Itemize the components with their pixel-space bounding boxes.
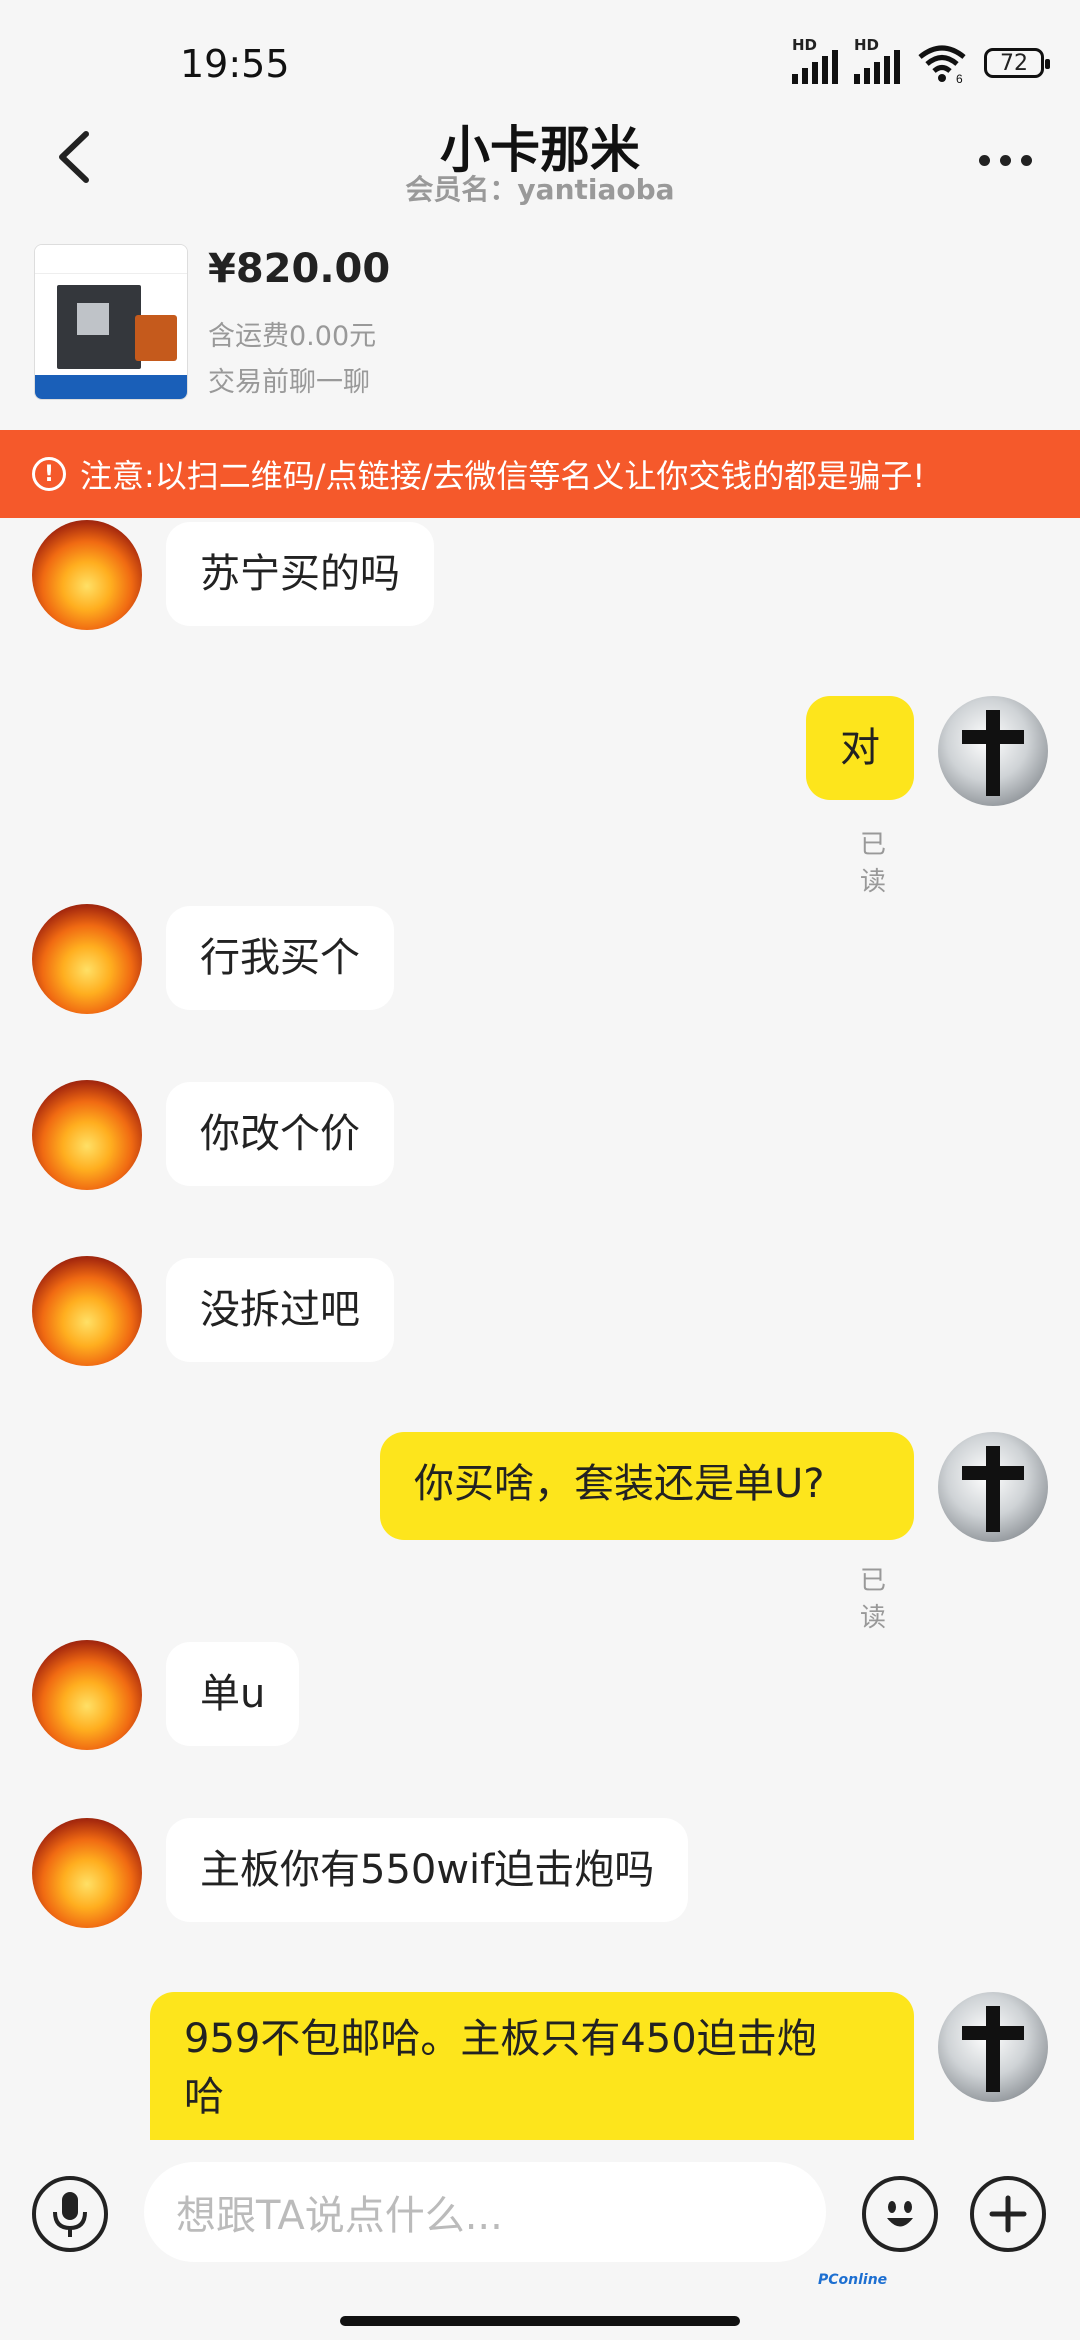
watermark-logo: PConline bbox=[818, 2272, 888, 2288]
signal-icon-2: HD bbox=[854, 36, 900, 84]
read-status: 已读 bbox=[860, 830, 887, 897]
trade-hint: 交易前聊一聊 bbox=[208, 367, 370, 398]
avatar[interactable] bbox=[32, 1256, 142, 1366]
avatar[interactable] bbox=[32, 520, 142, 630]
message-bubble[interactable]: 没拆过吧 bbox=[166, 1258, 394, 1362]
exclamation-circle-icon: ! bbox=[32, 457, 66, 491]
status-time: 19:55 bbox=[180, 42, 290, 86]
plus-icon[interactable] bbox=[970, 2176, 1046, 2252]
chat-header: 小卡那米 会员名：yantiaoba bbox=[0, 110, 1080, 230]
read-status: 已读 bbox=[860, 1566, 887, 1633]
message-bubble[interactable]: 行我买个 bbox=[166, 906, 394, 1010]
battery-icon: 72 bbox=[984, 48, 1050, 78]
home-indicator[interactable] bbox=[340, 2316, 740, 2326]
message-bubble[interactable]: 苏宁买的吗 bbox=[166, 522, 434, 626]
avatar[interactable] bbox=[938, 1432, 1048, 1542]
wifi-icon: 6 bbox=[918, 45, 966, 83]
avatar[interactable] bbox=[938, 696, 1048, 806]
message-bubble[interactable]: 你改个价 bbox=[166, 1082, 394, 1186]
message-bubble[interactable]: 主板你有550wif迫击炮吗 bbox=[166, 1818, 689, 1922]
avatar[interactable] bbox=[32, 1818, 142, 1928]
message-bubble[interactable]: 单u bbox=[166, 1642, 300, 1746]
message-line: 959不包邮哈。主板只有450迫击炮 bbox=[184, 2016, 817, 2062]
message-bubble[interactable]: 你买啥，套装还是单U? bbox=[380, 1432, 914, 1540]
emoji-icon[interactable] bbox=[862, 2176, 938, 2252]
svg-text:6: 6 bbox=[956, 72, 963, 83]
shipping-fee: 含运费0.00元 bbox=[208, 321, 377, 352]
status-icons: HD HD 6 72 bbox=[792, 36, 1050, 86]
input-bar: 想跟TA说点什么... bbox=[0, 2140, 1080, 2290]
member-name: 会员名：yantiaoba bbox=[405, 173, 675, 206]
message-input[interactable]: 想跟TA说点什么... bbox=[144, 2162, 826, 2262]
signal-icon: HD bbox=[792, 36, 838, 84]
message-bubble[interactable]: 959不包邮哈。主板只有450迫击炮 哈 bbox=[150, 1992, 914, 2140]
product-thumbnail[interactable] bbox=[34, 244, 188, 400]
message-bubble[interactable]: 对 bbox=[806, 696, 914, 800]
microphone-icon[interactable] bbox=[32, 2176, 108, 2252]
avatar[interactable] bbox=[32, 1080, 142, 1190]
avatar[interactable] bbox=[32, 1640, 142, 1750]
fraud-warning-banner: ! 注意:以扫二维码/点链接/去微信等名义让你交钱的都是骗子! bbox=[0, 430, 1080, 518]
avatar[interactable] bbox=[32, 904, 142, 1014]
product-card[interactable]: ¥820.00 含运费0.00元 交易前聊一聊 bbox=[0, 232, 1080, 428]
product-price: ¥820.00 bbox=[208, 246, 391, 292]
message-line: 哈 bbox=[184, 2074, 224, 2120]
warning-text: 注意:以扫二维码/点链接/去微信等名义让你交钱的都是骗子! bbox=[80, 457, 926, 495]
avatar[interactable] bbox=[938, 1992, 1048, 2102]
status-bar: 19:55 HD HD 6 72 bbox=[0, 0, 1080, 110]
more-dots-icon[interactable] bbox=[970, 140, 1040, 180]
